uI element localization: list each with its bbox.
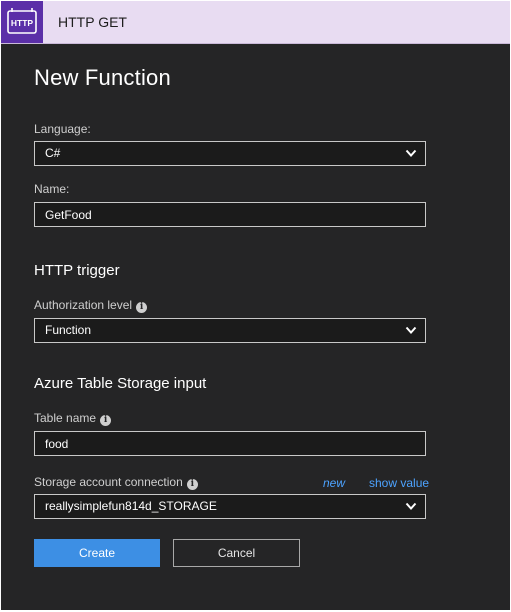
http-icon: HTTP (1, 1, 43, 43)
storage-connection-label-row: Storage account connection i (34, 475, 198, 490)
table-name-label: Table name (34, 411, 97, 425)
new-function-dialog: HTTP HTTP GET New Function Language: C# … (1, 1, 510, 610)
chevron-down-icon (405, 326, 417, 334)
name-label: Name: (34, 182, 70, 196)
cancel-button[interactable]: Cancel (173, 539, 300, 567)
http-icon-text: HTTP (11, 18, 34, 28)
http-trigger-heading: HTTP trigger (34, 262, 120, 279)
storage-connection-value: reallysimplefun814d_STORAGE (45, 499, 217, 513)
authorization-level-label: Authorization level (34, 298, 133, 312)
authorization-level-label-row: Authorization level i (34, 298, 148, 313)
show-value-link[interactable]: show value (369, 476, 429, 490)
info-icon[interactable]: i (186, 479, 198, 490)
table-name-label-row: Table name i (34, 411, 112, 426)
language-select[interactable]: C# (34, 141, 426, 166)
table-storage-heading: Azure Table Storage input (34, 375, 207, 392)
table-name-input[interactable] (34, 431, 426, 456)
name-input[interactable] (34, 202, 426, 227)
chevron-down-icon (405, 502, 417, 510)
window-title: HTTP GET (58, 14, 127, 30)
language-label: Language: (34, 122, 91, 136)
chevron-down-icon (405, 149, 417, 157)
storage-connection-select[interactable]: reallysimplefun814d_STORAGE (34, 494, 426, 519)
authorization-level-select[interactable]: Function (34, 318, 426, 343)
storage-connection-label: Storage account connection (34, 475, 183, 489)
http-icon-graphic: HTTP (7, 8, 37, 34)
info-icon[interactable]: i (136, 302, 148, 313)
info-icon[interactable]: i (100, 415, 112, 426)
title-bar: HTTP HTTP GET (1, 1, 510, 44)
language-value: C# (45, 146, 61, 160)
create-button[interactable]: Create (34, 539, 160, 567)
authorization-level-value: Function (45, 323, 92, 337)
new-connection-link[interactable]: new (323, 476, 345, 490)
page-title: New Function (34, 65, 171, 90)
